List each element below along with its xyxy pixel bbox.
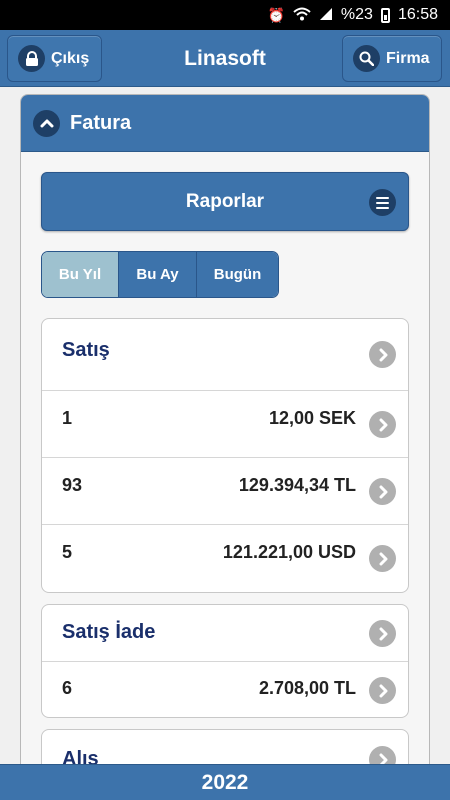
sales-return-card: Satış İade 6 2.708,00 TL bbox=[41, 604, 409, 718]
sales-amount: 129.394,34 TL bbox=[238, 475, 356, 495]
alarm-icon: ⏰ bbox=[267, 6, 285, 23]
sales-header-row[interactable]: Satış bbox=[42, 319, 408, 391]
year-footer: 2022 bbox=[0, 764, 450, 800]
clock: 16:58 bbox=[397, 6, 438, 23]
chevron-up-icon bbox=[33, 109, 60, 137]
sales-return-row[interactable]: 6 2.708,00 TL bbox=[42, 662, 408, 717]
chevron-right-icon bbox=[369, 545, 396, 572]
logout-button[interactable]: Çıkış bbox=[7, 35, 102, 82]
chevron-right-icon bbox=[369, 341, 396, 368]
menu-icon bbox=[369, 189, 396, 216]
sales-count: 5 bbox=[62, 542, 73, 562]
chevron-right-icon bbox=[369, 677, 396, 704]
wifi-icon bbox=[293, 7, 311, 24]
chevron-right-icon bbox=[369, 411, 396, 438]
reports-label: Raporlar bbox=[185, 190, 265, 212]
logout-label: Çıkış bbox=[51, 49, 90, 67]
sales-amount: 121.221,00 USD bbox=[222, 542, 356, 562]
sales-row[interactable]: 1 12,00 SEK bbox=[42, 391, 408, 458]
sales-return-amount: 2.708,00 TL bbox=[258, 678, 356, 698]
chevron-right-icon bbox=[369, 620, 396, 647]
chevron-right-icon bbox=[369, 478, 396, 505]
sales-return-header-row[interactable]: Satış İade bbox=[42, 605, 408, 662]
sales-return-count: 6 bbox=[62, 678, 73, 698]
tab-today[interactable]: Bugün bbox=[197, 252, 278, 297]
period-tabs: Bu Yıl Bu Ay Bugün bbox=[41, 251, 279, 298]
invoice-panel: Fatura Raporlar Bu Yıl Bu Ay Bugün Satış… bbox=[20, 94, 430, 784]
sales-row[interactable]: 93 129.394,34 TL bbox=[42, 458, 408, 525]
battery-icon bbox=[380, 7, 390, 23]
sales-return-title: Satış İade bbox=[62, 621, 156, 643]
lock-icon bbox=[18, 45, 45, 72]
invoice-panel-header[interactable]: Fatura bbox=[21, 95, 429, 152]
reports-button[interactable]: Raporlar bbox=[41, 172, 409, 231]
sales-title: Satış bbox=[62, 339, 110, 361]
firm-button[interactable]: Firma bbox=[342, 35, 442, 82]
signal-icon bbox=[319, 7, 333, 24]
sales-row[interactable]: 5 121.221,00 USD bbox=[42, 525, 408, 592]
status-bar: ⏰ %23 16:58 bbox=[0, 0, 450, 30]
battery-percent: %23 bbox=[340, 6, 373, 23]
invoice-panel-title: Fatura bbox=[70, 111, 132, 134]
firm-label: Firma bbox=[386, 49, 430, 67]
tab-this-year[interactable]: Bu Yıl bbox=[42, 252, 119, 297]
search-icon bbox=[353, 45, 380, 72]
app-header: Linasoft Çıkış Firma bbox=[0, 30, 450, 87]
sales-card: Satış 1 12,00 SEK 93 129.394,34 TL 5 121… bbox=[41, 318, 409, 593]
sales-count: 1 bbox=[62, 408, 73, 428]
sales-amount: 12,00 SEK bbox=[268, 408, 356, 428]
tab-this-month[interactable]: Bu Ay bbox=[119, 252, 197, 297]
sales-count: 93 bbox=[62, 475, 83, 495]
